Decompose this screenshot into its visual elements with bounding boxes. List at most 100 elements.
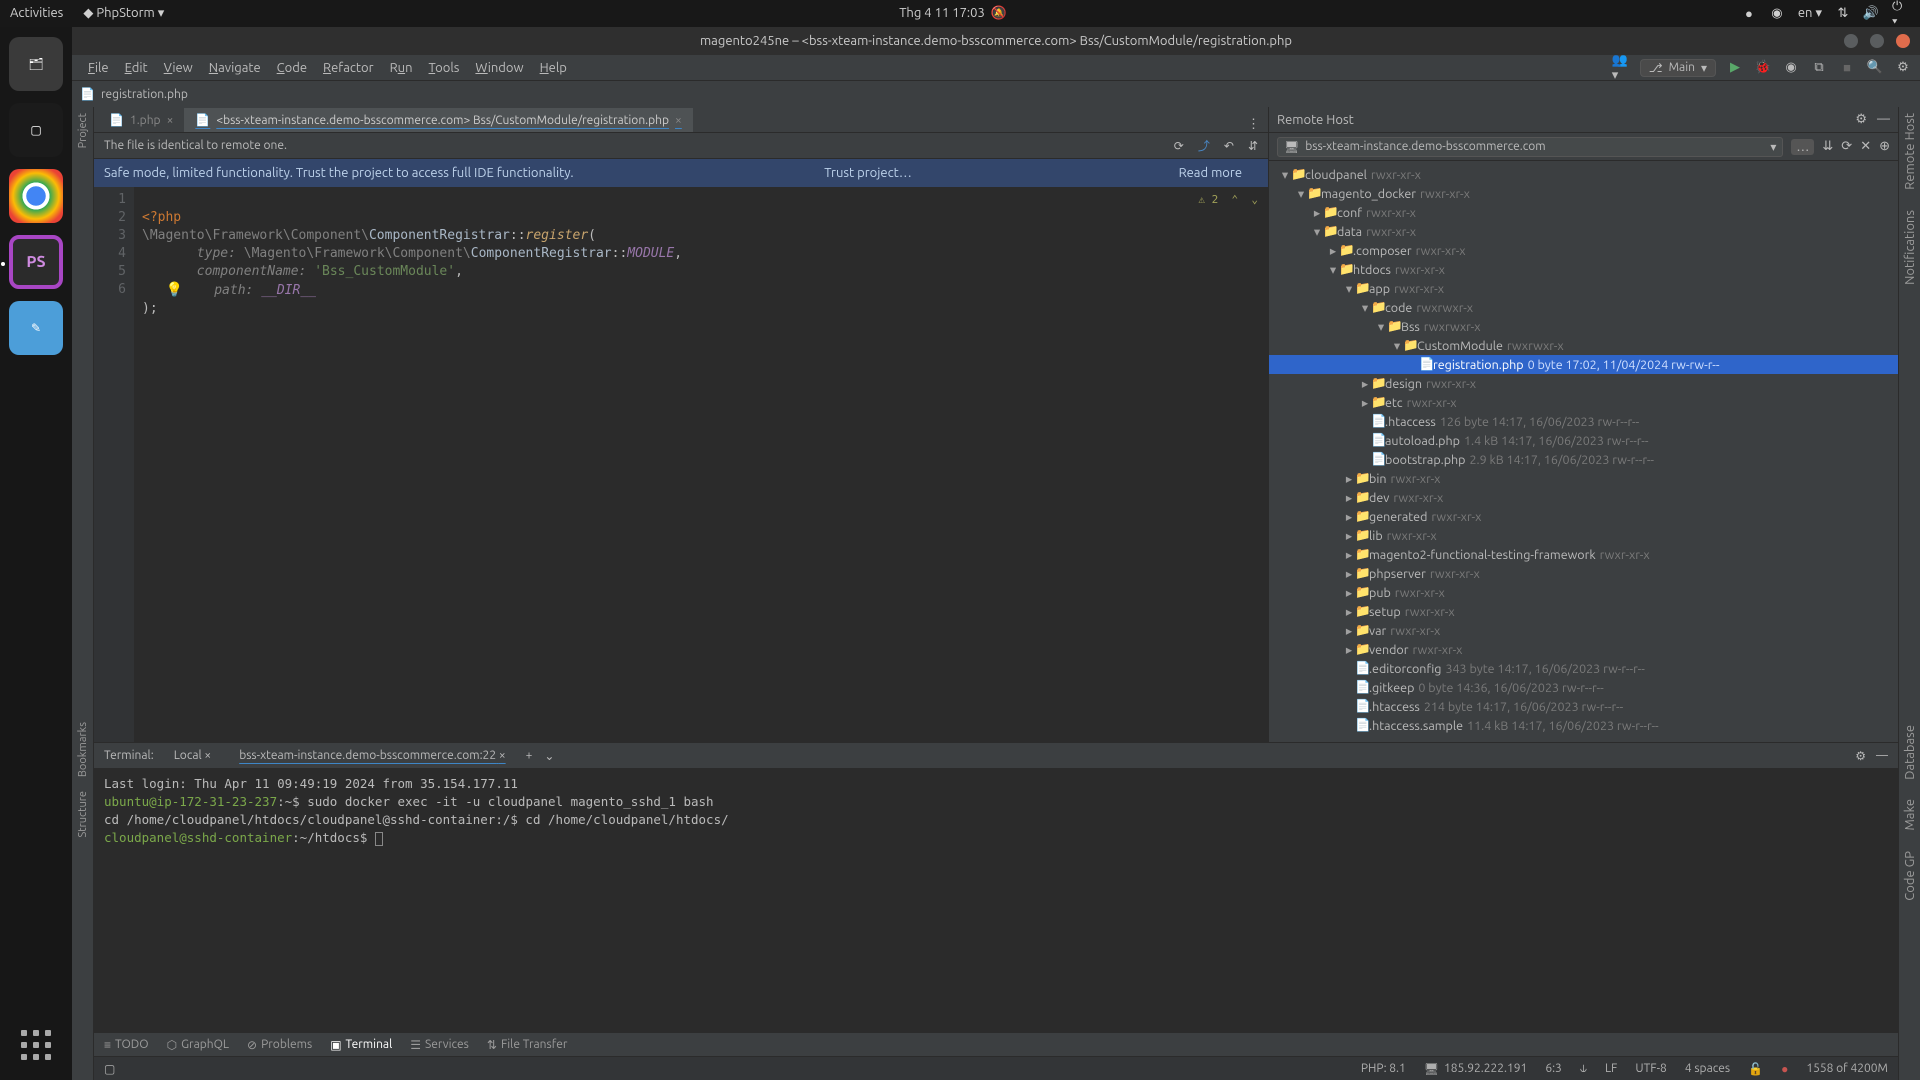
tree-node[interactable]: ▸📁 .composer rwxr-xr-x [1269, 241, 1898, 260]
tab-options-icon[interactable]: ⋮ [1239, 117, 1268, 132]
tree-node[interactable]: ▾📁 CustomModule rwxrwxr-x [1269, 336, 1898, 355]
close-button[interactable] [1896, 34, 1910, 48]
tree-node[interactable]: ▾📁 magento_docker rwxr-xr-x [1269, 184, 1898, 203]
php-version[interactable]: PHP: 8.1 [1361, 1062, 1406, 1075]
services-tool[interactable]: ☰ Services [410, 1038, 469, 1052]
problems-tool[interactable]: ⊘ Problems [247, 1038, 312, 1052]
minimize-button[interactable] [1844, 34, 1858, 48]
panel-settings-icon[interactable]: ⚙ [1855, 749, 1866, 763]
tree-node[interactable]: 📄 registration.php 0 byte 17:02, 11/04/2… [1269, 355, 1898, 374]
menu-navigate[interactable]: Navigate [201, 61, 269, 75]
caret-position[interactable]: 6:3 [1545, 1062, 1562, 1075]
tree-node[interactable]: ▸📁 bin rwxr-xr-x [1269, 469, 1898, 488]
file-encoding[interactable]: UTF-8 [1635, 1062, 1666, 1075]
readonly-icon[interactable]: 🔓 [1748, 1062, 1763, 1076]
coverage-button[interactable]: ◉ [1782, 60, 1800, 75]
error-indicator[interactable]: ● [1781, 1062, 1788, 1076]
notifications-tool[interactable]: Notifications [1903, 210, 1917, 285]
power-icon[interactable]: ⏻ ▾ [1892, 7, 1906, 21]
remote-file-tree[interactable]: ▾📁 cloudpanel rwxr-xr-x▾📁 magento_docker… [1269, 161, 1898, 742]
dock-terminal[interactable]: ▢ [9, 103, 63, 157]
tree-node[interactable]: ▸📁 lib rwxr-xr-x [1269, 526, 1898, 545]
code-editor[interactable]: 123456 <?php \Magento\Framework\Componen… [94, 187, 1268, 742]
panel-settings-icon[interactable]: ⚙ [1855, 112, 1867, 127]
dock-chrome[interactable] [9, 169, 63, 223]
menu-file[interactable]: File [80, 61, 117, 75]
lang-indicator[interactable]: en ▾ [1798, 6, 1822, 21]
menu-view[interactable]: View [156, 61, 201, 75]
profile-button[interactable]: ⧉ [1810, 60, 1828, 75]
structure-tool[interactable]: Structure [77, 791, 89, 838]
terminal-tab-local[interactable]: Local × [166, 747, 220, 764]
project-tool[interactable]: Project [77, 113, 89, 148]
volume-icon[interactable]: 🔊 [1864, 7, 1878, 21]
read-more-link[interactable]: Read more [1179, 166, 1242, 180]
revert-icon[interactable]: ↶ [1224, 139, 1234, 153]
activities-button[interactable]: Activities [10, 6, 63, 21]
tree-node[interactable]: 📄 autoload.php 1.4 kB 14:17, 16/06/2023 … [1269, 431, 1898, 450]
terminal-tab-remote[interactable]: bss-xteam-instance.demo-bsscommerce.com:… [231, 747, 513, 764]
app-menu[interactable]: ◆ PhpStorm ▾ [83, 6, 164, 21]
tree-node[interactable]: ▾📁 data rwxr-xr-x [1269, 222, 1898, 241]
terminal-output[interactable]: Last login: Thu Apr 11 09:49:19 2024 fro… [94, 769, 1898, 1032]
tree-node[interactable]: ▸📁 pub rwxr-xr-x [1269, 583, 1898, 602]
trust-project-link[interactable]: Trust project… [824, 166, 912, 180]
menu-help[interactable]: Help [532, 61, 575, 75]
indent-icon[interactable]: ⫝ [1580, 1062, 1587, 1076]
tree-node[interactable]: ▸📁 vendor rwxr-xr-x [1269, 640, 1898, 659]
line-separator[interactable]: LF [1605, 1062, 1617, 1075]
tree-node[interactable]: 📄 .editorconfig 343 byte 14:17, 16/06/20… [1269, 659, 1898, 678]
panel-hide-icon[interactable]: — [1876, 749, 1888, 763]
disconnect-icon[interactable]: ✕ [1860, 139, 1871, 154]
git-branch[interactable]: ⎇ Main ▾ [1640, 59, 1716, 77]
more-button[interactable]: … [1791, 139, 1814, 155]
tree-node[interactable]: ▾📁 Bss rwxrwxr-x [1269, 317, 1898, 336]
network-icon[interactable]: ⇅ [1836, 7, 1850, 21]
tree-node[interactable]: 📄 .htaccess 214 byte 14:17, 16/06/2023 r… [1269, 697, 1898, 716]
inspection-widget[interactable]: ⚠ 2 ⌃ ⌄ [1198, 191, 1258, 209]
help-icon[interactable]: ⊕ [1879, 139, 1890, 154]
file-transfer-tool[interactable]: ⇅ File Transfer [487, 1038, 568, 1052]
debug-button[interactable]: 🐞 [1754, 60, 1772, 75]
tree-node[interactable]: ▸📁 generated rwxr-xr-x [1269, 507, 1898, 526]
dock-show-apps[interactable] [21, 1030, 51, 1060]
tree-node[interactable]: ▸📁 phpserver rwxr-xr-x [1269, 564, 1898, 583]
tree-node[interactable]: ▸📁 conf rwxr-xr-x [1269, 203, 1898, 222]
panel-hide-icon[interactable]: — [1877, 112, 1890, 127]
close-icon[interactable]: × [675, 114, 682, 127]
tree-node[interactable]: ▸📁 var rwxr-xr-x [1269, 621, 1898, 640]
tab-1php[interactable]: 📄 1.php × [98, 108, 184, 132]
tab-registration[interactable]: 📄 <bss-xteam-instance.demo-bsscommerce.c… [184, 108, 692, 132]
user-icon[interactable]: 👥▾ [1612, 53, 1630, 83]
tree-node[interactable]: ▸📁 design rwxr-xr-x [1269, 374, 1898, 393]
refresh-icon[interactable]: ⟳ [1174, 139, 1184, 153]
tree-node[interactable]: ▾📁 code rwxrwxr-x [1269, 298, 1898, 317]
tree-node[interactable]: ▸📁 etc rwxr-xr-x [1269, 393, 1898, 412]
make-tool[interactable]: Make [1903, 799, 1917, 831]
remote-host-combo[interactable]: 🖥 bss-xteam-instance.demo-bsscommerce.co… [1277, 137, 1783, 157]
upload-icon[interactable]: ⤴ [1198, 137, 1210, 154]
dock-gedit[interactable]: ✎ [9, 301, 63, 355]
dock-phpstorm[interactable]: PS [9, 235, 63, 289]
graphql-tool[interactable]: ⬡ GraphQL [167, 1038, 229, 1052]
bookmarks-tool[interactable]: Bookmarks [77, 722, 89, 777]
menu-run[interactable]: Run [382, 61, 421, 75]
tree-node[interactable]: 📄 .htaccess.sample 11.4 kB 14:17, 16/06/… [1269, 716, 1898, 735]
tree-node[interactable]: ▾📁 app rwxr-xr-x [1269, 279, 1898, 298]
menu-refactor[interactable]: Refactor [315, 61, 382, 75]
add-terminal-icon[interactable]: + [526, 749, 533, 762]
diff-icon[interactable]: ⇵ [1248, 139, 1258, 153]
deploy-target[interactable]: 🖥 185.92.222.191 [1424, 1062, 1528, 1076]
indent-setting[interactable]: 4 spaces [1685, 1062, 1730, 1075]
tree-node[interactable]: 📄 bootstrap.php 2.9 kB 14:17, 16/06/2023… [1269, 450, 1898, 469]
close-icon[interactable]: × [167, 114, 174, 127]
menu-window[interactable]: Window [467, 61, 531, 75]
codegpt-tool[interactable]: Code GP [1903, 851, 1917, 901]
menu-code[interactable]: Code [269, 61, 315, 75]
remote-host-tool[interactable]: Remote Host [1903, 113, 1917, 190]
chrome-tray-icon[interactable]: ◉ [1770, 7, 1784, 21]
maximize-button[interactable] [1870, 34, 1884, 48]
refresh-icon[interactable]: ⟳ [1841, 139, 1852, 154]
tree-node[interactable]: ▸📁 magento2-functional-testing-framework… [1269, 545, 1898, 564]
settings-button[interactable]: ⚙ [1894, 60, 1912, 75]
